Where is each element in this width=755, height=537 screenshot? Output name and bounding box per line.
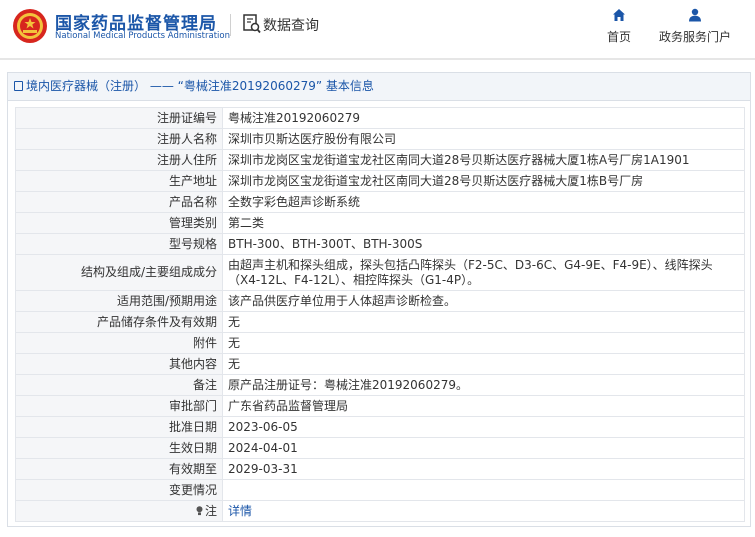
field-value: 粤械注准20192060279 <box>222 107 745 129</box>
table-row: 变更情况 <box>15 479 745 501</box>
home-icon <box>613 9 625 21</box>
table-row: 产品名称 全数字彩色超声诊断系统 <box>15 191 745 213</box>
field-label: 其他内容 <box>15 353 223 375</box>
search-document-icon <box>243 14 261 34</box>
breadcrumb-dash: —— <box>149 79 174 93</box>
field-label: 注册人名称 <box>15 128 223 150</box>
table-row: 产品储存条件及有效期无 <box>15 311 745 333</box>
field-value: 深圳市龙岗区宝龙街道宝龙社区南同大道28号贝斯达医疗器械大厦1栋B号厂房 <box>222 170 745 192</box>
field-label: 管理类别 <box>15 212 223 234</box>
table-row: 有效期至 2029-03-31 <box>15 458 745 480</box>
table-row: 批准日期 2023-06-05 <box>15 416 745 438</box>
breadcrumb-suffix: 基本信息 <box>325 79 374 93</box>
field-label: 型号规格 <box>15 233 223 255</box>
field-label: 产品名称 <box>15 191 223 213</box>
field-value: 由超声主机和探头组成，探头包括凸阵探头（F2-5C、D3-6C、G4-9E、F4… <box>222 254 745 291</box>
field-value <box>222 479 745 501</box>
field-label: 变更情况 <box>15 479 223 501</box>
breadcrumb-section[interactable]: 境内医疗器械（注册） <box>26 79 146 93</box>
field-value: 该产品供医疗单位用于人体超声诊断检查。 <box>222 290 745 312</box>
field-value: 2024-04-01 <box>222 437 745 459</box>
user-icon <box>689 8 701 22</box>
field-label: 生效日期 <box>15 437 223 459</box>
org-name-en: National Medical Products Administration <box>55 31 230 41</box>
field-label: 备注 <box>15 374 223 396</box>
table-row: 生产地址 深圳市龙岗区宝龙街道宝龙社区南同大道28号贝斯达医疗器械大厦1栋B号厂房 <box>15 170 745 192</box>
nav-home[interactable]: 首页 <box>600 8 638 45</box>
table-row: 注册人名称 深圳市贝斯达医疗股份有限公司 <box>15 128 745 150</box>
table-row: 管理类别 第二类 <box>15 212 745 234</box>
table-row: 型号规格 BTH-300、BTH-300T、BTH-300S <box>15 233 745 255</box>
document-icon <box>14 81 23 91</box>
breadcrumb: 境内医疗器械（注册） —— “粤械注准20192060279” 基本信息 <box>8 73 750 101</box>
table-row: 适用范围/预期用途 该产品供医疗单位用于人体超声诊断检查。 <box>15 290 745 312</box>
field-value: 全数字彩色超声诊断系统 <box>222 191 745 213</box>
field-label: 审批部门 <box>15 395 223 417</box>
nav-home-label: 首页 <box>606 30 631 44</box>
field-value: 无 <box>222 311 745 333</box>
table-row: 生效日期 2024-04-01 <box>15 437 745 459</box>
field-value: 2029-03-31 <box>222 458 745 480</box>
field-value: 无 <box>222 353 745 375</box>
field-label: 有效期至 <box>15 458 223 480</box>
table-row: 注册证编号 粤械注准20192060279 <box>15 107 745 129</box>
table-row: 备注 原产品注册证号：粤械注准20192060279。 <box>15 374 745 396</box>
field-label: 注册人住所 <box>15 149 223 171</box>
field-value: 深圳市贝斯达医疗股份有限公司 <box>222 128 745 150</box>
detail-table: 注册证编号 粤械注准20192060279 注册人名称 深圳市贝斯达医疗股份有限公司… <box>15 107 745 522</box>
field-value: 第二类 <box>222 212 745 234</box>
field-label: 产品储存条件及有效期 <box>15 311 223 333</box>
note-label-cell: 注 <box>15 500 223 522</box>
nav-portal[interactable]: 政务服务门户 <box>655 8 735 45</box>
field-value: 深圳市龙岗区宝龙街道宝龙社区南同大道28号贝斯达医疗器械大厦1栋A号厂房1A19… <box>222 149 745 171</box>
nav-portal-label: 政务服务门户 <box>658 30 731 44</box>
field-value: BTH-300、BTH-300T、BTH-300S <box>222 233 745 255</box>
field-label: 生产地址 <box>15 170 223 192</box>
field-label: 注册证编号 <box>15 107 223 129</box>
field-value: 无 <box>222 332 745 354</box>
national-emblem-logo[interactable] <box>12 8 48 44</box>
table-row: 审批部门 广东省药品监督管理局 <box>15 395 745 417</box>
note-value-cell: 详情 <box>222 500 745 522</box>
detail-panel: 境内医疗器械（注册） —— “粤械注准20192060279” 基本信息 注册证… <box>7 72 751 527</box>
details-link[interactable]: 详情 <box>228 504 252 518</box>
lightbulb-icon <box>196 505 203 515</box>
field-label: 附件 <box>15 332 223 354</box>
data-query-title[interactable]: 数据查询 <box>263 15 319 35</box>
field-value: 2023-06-05 <box>222 416 745 438</box>
header-separator <box>230 14 231 36</box>
header-divider <box>0 58 755 60</box>
field-value: 广东省药品监督管理局 <box>222 395 745 417</box>
breadcrumb-record: “粤械注准20192060279” <box>177 79 323 93</box>
table-row: 其他内容无 <box>15 353 745 375</box>
site-header: 国家药品监督管理局 National Medical Products Admi… <box>0 0 755 58</box>
table-row: 附件无 <box>15 332 745 354</box>
field-label: 批准日期 <box>15 416 223 438</box>
field-value: 原产品注册证号：粤械注准20192060279。 <box>222 374 745 396</box>
field-label: 结构及组成/主要组成成分 <box>15 254 223 291</box>
note-label: 注 <box>204 503 217 518</box>
table-row: 注 详情 <box>15 500 745 522</box>
field-label: 适用范围/预期用途 <box>15 290 223 312</box>
table-row: 注册人住所 深圳市龙岗区宝龙街道宝龙社区南同大道28号贝斯达医疗器械大厦1栋A号厂… <box>15 149 745 171</box>
table-row: 结构及组成/主要组成成分 由超声主机和探头组成，探头包括凸阵探头（F2-5C、D3… <box>15 254 745 291</box>
